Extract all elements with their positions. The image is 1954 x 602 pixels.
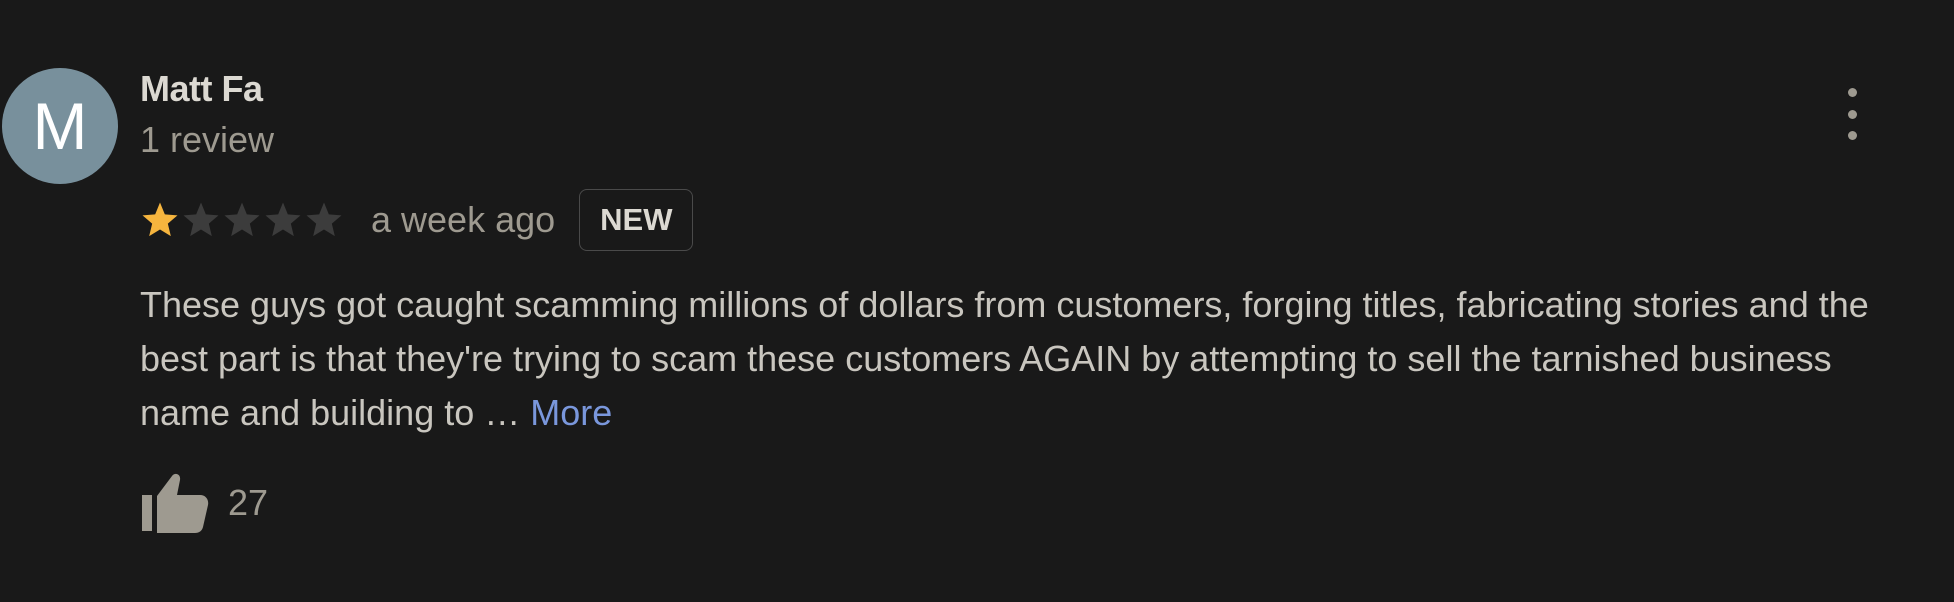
more-options-button[interactable] — [1836, 88, 1868, 140]
rating-row: a week ago NEW — [140, 188, 694, 252]
more-vert-icon-dot — [1847, 109, 1857, 119]
star-icon — [265, 202, 301, 237]
star-rating — [140, 200, 345, 240]
avatar[interactable]: M — [2, 68, 118, 184]
star-icon — [306, 202, 342, 237]
more-link[interactable]: More — [530, 392, 612, 433]
new-badge: NEW — [579, 189, 694, 251]
avatar-initial: M — [32, 89, 88, 163]
review-body: These guys got caught scamming millions … — [140, 284, 1869, 433]
review-card: M Matt Fa 1 review a week ago NEW These … — [0, 0, 1954, 602]
like-row: 27 — [140, 472, 268, 534]
star-icon — [142, 202, 178, 237]
review-count[interactable]: 1 review — [140, 119, 274, 161]
like-count: 27 — [228, 482, 269, 523]
star-icon — [224, 202, 260, 237]
thumb-up-icon[interactable] — [140, 472, 210, 534]
star-icon — [183, 202, 219, 237]
review-date: a week ago — [371, 199, 556, 240]
more-vert-icon-dot — [1847, 131, 1857, 140]
author-name[interactable]: Matt Fa — [140, 68, 263, 110]
review-text: These guys got caught scamming millions … — [140, 278, 1900, 440]
more-vert-icon — [1847, 88, 1857, 97]
